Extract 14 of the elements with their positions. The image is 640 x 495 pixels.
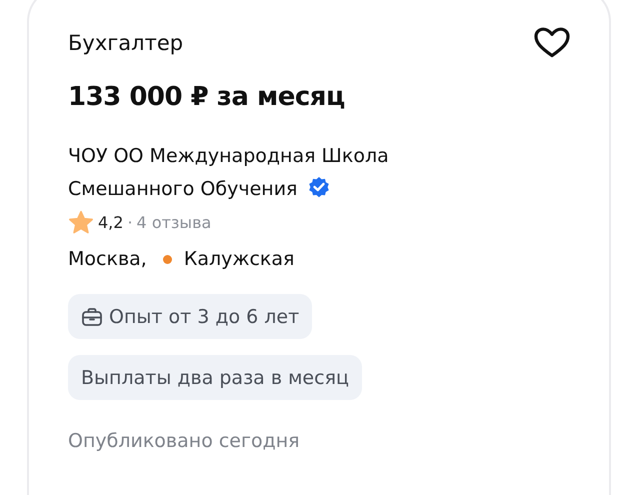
job-title: Бухгалтер [68,30,184,57]
metro-station: Калужская [184,248,294,270]
separator-dot: · [127,212,133,232]
briefcase-icon [81,306,103,326]
salary: 133 000 ₽ за месяц [68,81,346,114]
company-name[interactable]: ЧОУ ОО Международная Школа Смешанного Обучения [68,140,468,206]
city: Москва, [68,248,147,270]
vacancy-card[interactable]: Бухгалтер 133 000 ₽ за месяц ЧОУ ОО Международная Школа Смешанного Обучения 4,2 · 4 отзыва Москва, Калужская Опыт от 3 до 6 лет Выплаты два раза в месяц Опубликовано сегодня [27,0,611,495]
published-date: Опубликовано сегодня [68,430,301,452]
info-chip: Опыт от 3 до 6 лет [68,294,312,339]
star-icon [68,210,94,234]
favorite-heart-icon[interactable] [532,26,572,58]
info-chip: Выплаты два раза в месяц [68,355,362,400]
rating-score: 4,2 [98,212,124,232]
